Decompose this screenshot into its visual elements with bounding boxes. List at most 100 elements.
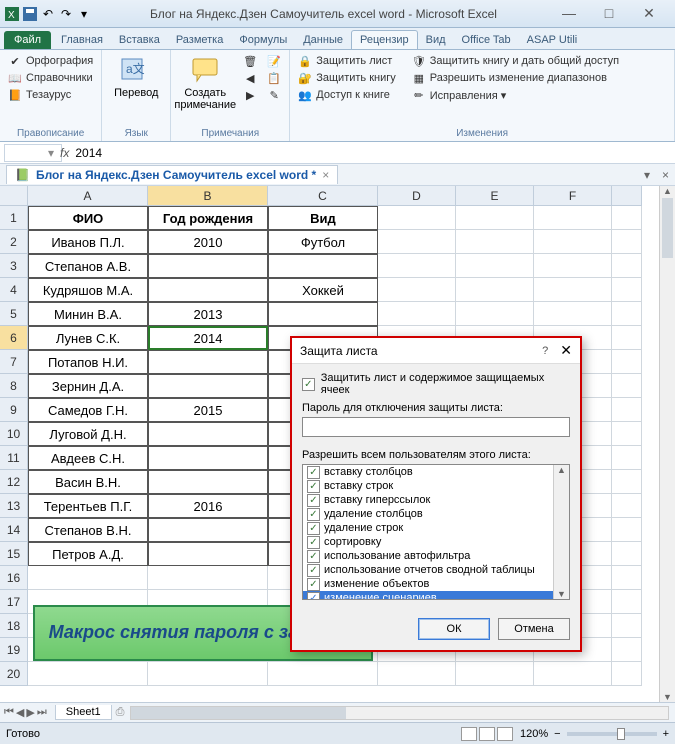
permission-item[interactable]: ✓вставку столбцов [303,465,569,479]
cell[interactable] [612,350,642,374]
cell[interactable]: Минин В.А. [28,302,148,326]
row-header[interactable]: 15 [0,542,28,566]
last-sheet-icon[interactable]: ⏭ [37,706,47,719]
column-header[interactable]: F [534,186,612,206]
cell[interactable] [378,206,456,230]
formula-value[interactable]: 2014 [75,146,671,160]
zoom-level[interactable]: 120% [520,728,548,740]
research-button[interactable]: 📖Справочники [6,70,95,86]
row-header[interactable]: 13 [0,494,28,518]
permission-item[interactable]: ✓вставку гиперссылок [303,493,569,507]
protect-contents-checkbox[interactable]: ✓ Защитить лист и содержимое защищаемых … [302,372,570,396]
row-header[interactable]: 7 [0,350,28,374]
cell[interactable] [378,254,456,278]
cell[interactable] [148,374,268,398]
password-input[interactable] [302,417,570,437]
cell[interactable]: Потапов Н.И. [28,350,148,374]
row-header[interactable]: 14 [0,518,28,542]
permission-item[interactable]: ✓использование автофильтра [303,549,569,563]
vertical-scrollbar[interactable]: ▲ ▼ [659,186,675,702]
cell[interactable] [456,278,534,302]
zoom-slider[interactable] [567,732,657,736]
next-sheet-icon[interactable]: ▶ [26,706,34,719]
permissions-list[interactable]: ✓вставку столбцов✓вставку строк✓вставку … [302,464,570,600]
cell[interactable] [148,470,268,494]
delete-comment-button[interactable]: 🗑 [241,53,259,69]
row-header[interactable]: 10 [0,422,28,446]
cell[interactable]: Кудряшов М.А. [28,278,148,302]
column-header[interactable]: D [378,186,456,206]
translate-button[interactable]: a文 Перевод [108,53,164,127]
cell[interactable]: Год рождения [148,206,268,230]
row-header[interactable]: 1 [0,206,28,230]
cell[interactable]: Хоккей [268,278,378,302]
cell[interactable] [148,518,268,542]
permission-item[interactable]: ✓вставку строк [303,479,569,493]
cell[interactable] [268,254,378,278]
cell[interactable]: 2015 [148,398,268,422]
permission-item[interactable]: ✓изменение объектов [303,577,569,591]
cell[interactable] [534,230,612,254]
track-changes-button[interactable]: ✏Исправления ▾ [410,87,621,103]
cell[interactable] [612,590,642,614]
cell[interactable]: 2014 [148,326,268,350]
select-all-corner[interactable] [0,186,28,206]
cell[interactable] [148,254,268,278]
cell[interactable]: Футбол [268,230,378,254]
next-comment-button[interactable]: ▶ [241,87,259,103]
cell[interactable] [612,518,642,542]
cell[interactable] [534,254,612,278]
close-button[interactable]: ✕ [635,5,663,22]
cell[interactable]: Степанов А.В. [28,254,148,278]
cell[interactable] [612,446,642,470]
tab-officetab[interactable]: Office Tab [454,31,519,49]
first-sheet-icon[interactable]: ⏮ [4,706,14,719]
cell[interactable] [148,566,268,590]
cell[interactable] [612,230,642,254]
cell[interactable] [612,566,642,590]
cell[interactable] [534,278,612,302]
permission-item[interactable]: ✓использование отчетов сводной таблицы [303,563,569,577]
column-header[interactable]: C [268,186,378,206]
thesaurus-button[interactable]: 📙Тезаурус [6,87,95,103]
row-header[interactable]: 3 [0,254,28,278]
dialog-titlebar[interactable]: Защита листа ? ✕ [292,338,580,364]
new-comment-button[interactable]: Создать примечание [177,53,233,127]
tab-layout[interactable]: Разметка [168,31,232,49]
cell[interactable] [456,254,534,278]
protect-sheet-button[interactable]: 🔒Защитить лист [296,53,398,69]
cell[interactable] [28,662,148,686]
tab-asap[interactable]: ASAP Utili [519,31,586,49]
maximize-button[interactable]: □ [595,5,623,22]
normal-view-icon[interactable] [461,727,477,741]
close-icon[interactable]: × [322,168,329,182]
namebox-dropdown-icon[interactable]: ▾ [48,146,54,160]
permission-item[interactable]: ✓изменение сценариев [303,591,569,600]
new-sheet-icon[interactable]: ⎙ [116,706,125,719]
tab-insert[interactable]: Вставка [111,31,168,49]
row-header[interactable]: 5 [0,302,28,326]
cell[interactable] [612,326,642,350]
cell[interactable] [612,614,642,638]
show-ink-button[interactable]: ✎ [265,87,283,103]
tabs-close-icon[interactable]: × [662,168,669,182]
protect-share-button[interactable]: 🛡Защитить книгу и дать общий доступ [410,53,621,69]
cell[interactable] [534,206,612,230]
row-header[interactable]: 11 [0,446,28,470]
pagebreak-view-icon[interactable] [497,727,513,741]
show-comment-button[interactable]: 📝 [265,53,283,69]
tab-view[interactable]: Вид [418,31,454,49]
cell[interactable]: Васин В.Н. [28,470,148,494]
cell[interactable]: ФИО [28,206,148,230]
cell[interactable] [612,494,642,518]
cell[interactable] [148,278,268,302]
cell[interactable]: 2013 [148,302,268,326]
prev-sheet-icon[interactable]: ◀ [16,706,24,719]
fx-icon[interactable]: fx [60,146,69,160]
list-scrollbar[interactable]: ▲▼ [553,465,569,599]
cell[interactable]: 2016 [148,494,268,518]
tab-home[interactable]: Главная [53,31,111,49]
tab-review[interactable]: Рецензир [351,30,418,49]
cell[interactable]: Вид [268,206,378,230]
minimize-button[interactable]: — [555,5,583,22]
